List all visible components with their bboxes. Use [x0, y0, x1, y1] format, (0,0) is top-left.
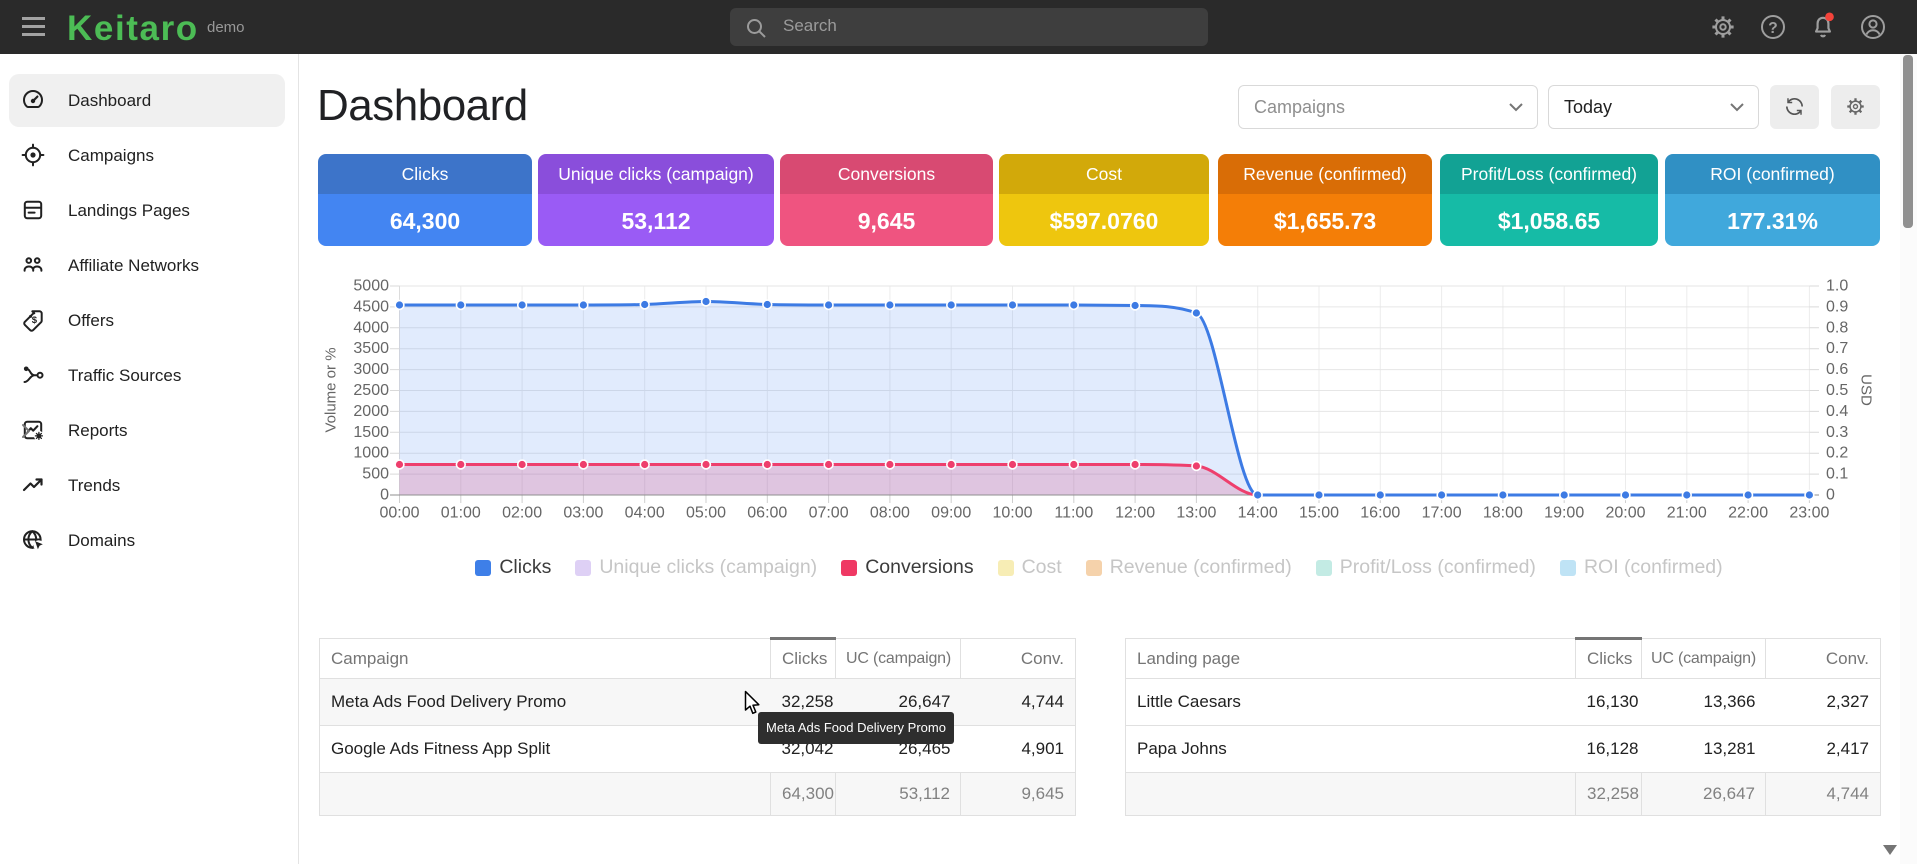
svg-text:00:00: 00:00	[379, 505, 419, 522]
svg-text:2500: 2500	[353, 382, 389, 399]
svg-text:11:00: 11:00	[1054, 505, 1093, 522]
svg-text:1.0: 1.0	[1826, 278, 1848, 295]
svg-text:0.7: 0.7	[1826, 340, 1848, 357]
svg-text:23:00: 23:00	[1789, 505, 1829, 522]
svg-text:08:00: 08:00	[870, 505, 910, 522]
svg-text:14:00: 14:00	[1238, 505, 1278, 522]
svg-text:0: 0	[1826, 487, 1835, 504]
svg-text:07:00: 07:00	[809, 505, 849, 522]
svg-text:04:00: 04:00	[625, 505, 665, 522]
svg-text:10:00: 10:00	[992, 505, 1032, 522]
svg-text:0.1: 0.1	[1826, 466, 1848, 483]
svg-text:0.2: 0.2	[1826, 445, 1848, 462]
svg-text:20:00: 20:00	[1605, 505, 1645, 522]
svg-text:4000: 4000	[353, 319, 389, 336]
svg-text:21:00: 21:00	[1667, 505, 1707, 522]
svg-text:0.4: 0.4	[1826, 403, 1848, 420]
svg-text:16:00: 16:00	[1360, 505, 1400, 522]
svg-text:01:00: 01:00	[441, 505, 481, 522]
svg-text:06:00: 06:00	[747, 505, 787, 522]
svg-text:0.9: 0.9	[1826, 298, 1848, 315]
svg-text:17:00: 17:00	[1422, 505, 1462, 522]
svg-text:0.6: 0.6	[1826, 361, 1848, 378]
svg-text:0.8: 0.8	[1826, 319, 1848, 336]
svg-text:13:00: 13:00	[1176, 505, 1216, 522]
svg-text:500: 500	[362, 466, 389, 483]
svg-text:09:00: 09:00	[931, 505, 971, 522]
svg-text:Volume or %: Volume or %	[323, 347, 340, 432]
svg-text:05:00: 05:00	[686, 505, 726, 522]
svg-text:19:00: 19:00	[1544, 505, 1584, 522]
svg-text:03:00: 03:00	[563, 505, 603, 522]
svg-text:4500: 4500	[353, 298, 389, 315]
svg-text:2000: 2000	[353, 403, 389, 420]
svg-text:1000: 1000	[353, 445, 389, 462]
svg-text:0.5: 0.5	[1826, 382, 1848, 399]
svg-text:02:00: 02:00	[502, 505, 542, 522]
svg-text:$: $	[32, 315, 38, 326]
svg-text:5000: 5000	[353, 278, 389, 295]
svg-text:0.3: 0.3	[1826, 424, 1848, 441]
svg-text:3500: 3500	[353, 340, 389, 357]
svg-text:0: 0	[380, 487, 389, 504]
svg-text:12:00: 12:00	[1115, 505, 1155, 522]
svg-text:1500: 1500	[353, 424, 389, 441]
svg-text:18:00: 18:00	[1483, 505, 1523, 522]
svg-text:USD: USD	[1858, 374, 1875, 406]
svg-text:15:00: 15:00	[1299, 505, 1339, 522]
svg-text:3000: 3000	[353, 361, 389, 378]
svg-text:22:00: 22:00	[1728, 505, 1768, 522]
svg-text:?: ?	[1768, 20, 1777, 37]
